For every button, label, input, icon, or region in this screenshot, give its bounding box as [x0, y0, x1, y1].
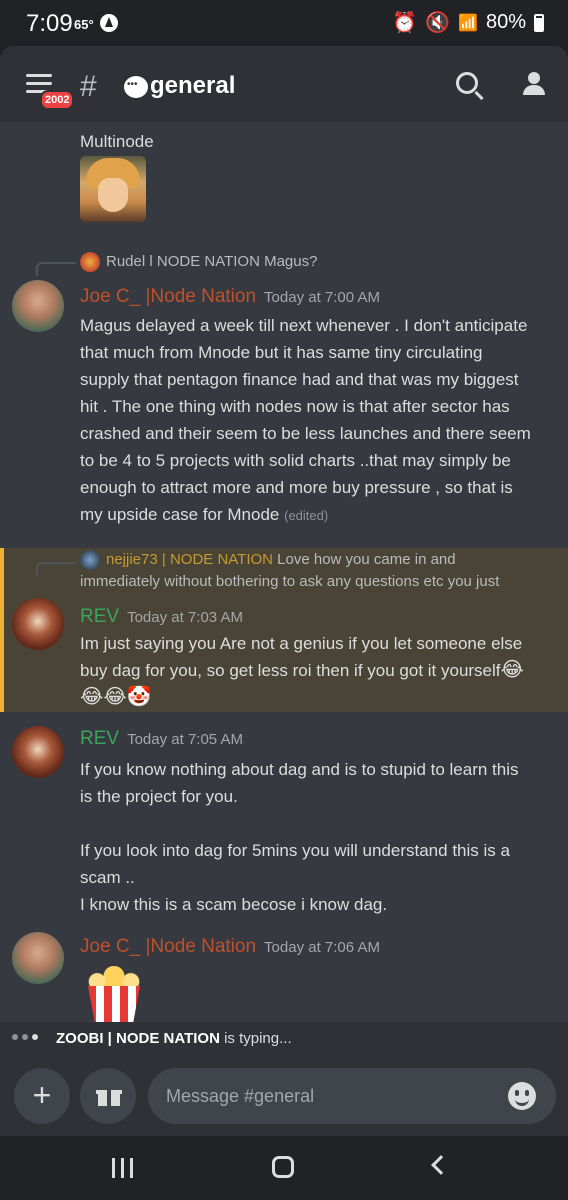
home-icon[interactable]: [272, 1156, 294, 1178]
message-header: Joe C_ |Node Nation Today at 7:06 AM: [80, 936, 380, 958]
reply-avatar: [80, 550, 100, 570]
message-content: Im just saying you Are not a genius if y…: [80, 634, 524, 708]
avatar[interactable]: [12, 726, 64, 778]
anime-sticker[interactable]: [80, 156, 146, 222]
reply-preview[interactable]: nejjie73 | NODE NATION Love how you came…: [106, 550, 456, 570]
mute-icon: 🔇: [425, 12, 451, 34]
channel-name[interactable]: general: [150, 72, 235, 100]
status-temperature: 65°: [74, 17, 94, 32]
reply-connector: [36, 562, 76, 576]
channel-header: 2002 # general: [0, 46, 568, 122]
message-timestamp: Today at 7:00 AM: [264, 289, 380, 306]
message-timestamp: Today at 7:06 AM: [264, 939, 380, 956]
text-channel-icon: #: [80, 70, 97, 103]
message-header: REV Today at 7:05 AM: [80, 728, 243, 750]
author-name[interactable]: Joe C_ |Node Nation: [80, 936, 256, 957]
author-name[interactable]: REV: [80, 606, 119, 627]
popcorn-sticker[interactable]: [82, 964, 146, 1022]
message-list[interactable]: Multinode Rudel l NODE NATION Magus? Joe…: [0, 122, 568, 1022]
navigation-icon: [100, 14, 118, 32]
gift-icon: [96, 1086, 122, 1106]
status-time: 7:09: [26, 10, 73, 37]
members-icon[interactable]: [520, 72, 550, 96]
message-text: Multinode: [80, 132, 154, 151]
battery-icon: [534, 13, 544, 32]
channel-emoji-icon: [124, 76, 148, 98]
message-content: If you know nothing about dag and is to …: [80, 760, 519, 914]
author-name[interactable]: REV: [80, 728, 119, 749]
reply-preview-continued: immediately without bothering to ask any…: [80, 573, 500, 590]
message-header: Joe C_ |Node Nation Today at 7:00 AM: [80, 286, 380, 308]
avatar[interactable]: [12, 280, 64, 332]
wifi-icon: 📶: [458, 14, 478, 32]
typing-dots-icon: [12, 1034, 38, 1040]
add-attachment-button[interactable]: +: [14, 1068, 70, 1124]
recent-apps-icon[interactable]: [112, 1158, 133, 1178]
status-icons: ⏰ 🔇 📶 80%: [392, 10, 544, 35]
typing-text: ZOOBI | NODE NATION is typing...: [56, 1030, 292, 1047]
message-timestamp: Today at 7:05 AM: [127, 731, 243, 748]
typing-indicator: ZOOBI | NODE NATION is typing...: [0, 1022, 568, 1054]
edited-label: (edited): [284, 508, 329, 523]
author-name[interactable]: Joe C_ |Node Nation: [80, 286, 256, 307]
emoji-picker-icon[interactable]: [508, 1082, 536, 1110]
status-bar: 7:09 65° ⏰ 🔇 📶 80%: [0, 0, 568, 46]
reply-connector: [36, 262, 76, 276]
emoji-line: 😂😂🤡: [80, 686, 152, 708]
reply-avatar: [80, 252, 100, 272]
back-icon[interactable]: [431, 1155, 451, 1175]
notification-badge: 2002: [40, 90, 75, 110]
avatar[interactable]: [12, 932, 64, 984]
message-composer: +: [0, 1054, 568, 1136]
alarm-icon: ⏰: [392, 12, 418, 34]
message-content: Magus delayed a week till next whenever …: [80, 316, 531, 524]
battery-level: 80%: [485, 11, 526, 33]
message-timestamp: Today at 7:03 AM: [127, 609, 243, 626]
gift-button[interactable]: [80, 1068, 136, 1124]
message-header: REV Today at 7:03 AM: [80, 606, 243, 628]
message-input[interactable]: [148, 1068, 556, 1124]
search-icon[interactable]: [456, 72, 478, 94]
reply-preview[interactable]: Rudel l NODE NATION Magus?: [106, 252, 317, 272]
system-nav-bar: [0, 1136, 568, 1200]
laughing-emoji: 😂: [500, 659, 524, 681]
avatar[interactable]: [12, 598, 64, 650]
